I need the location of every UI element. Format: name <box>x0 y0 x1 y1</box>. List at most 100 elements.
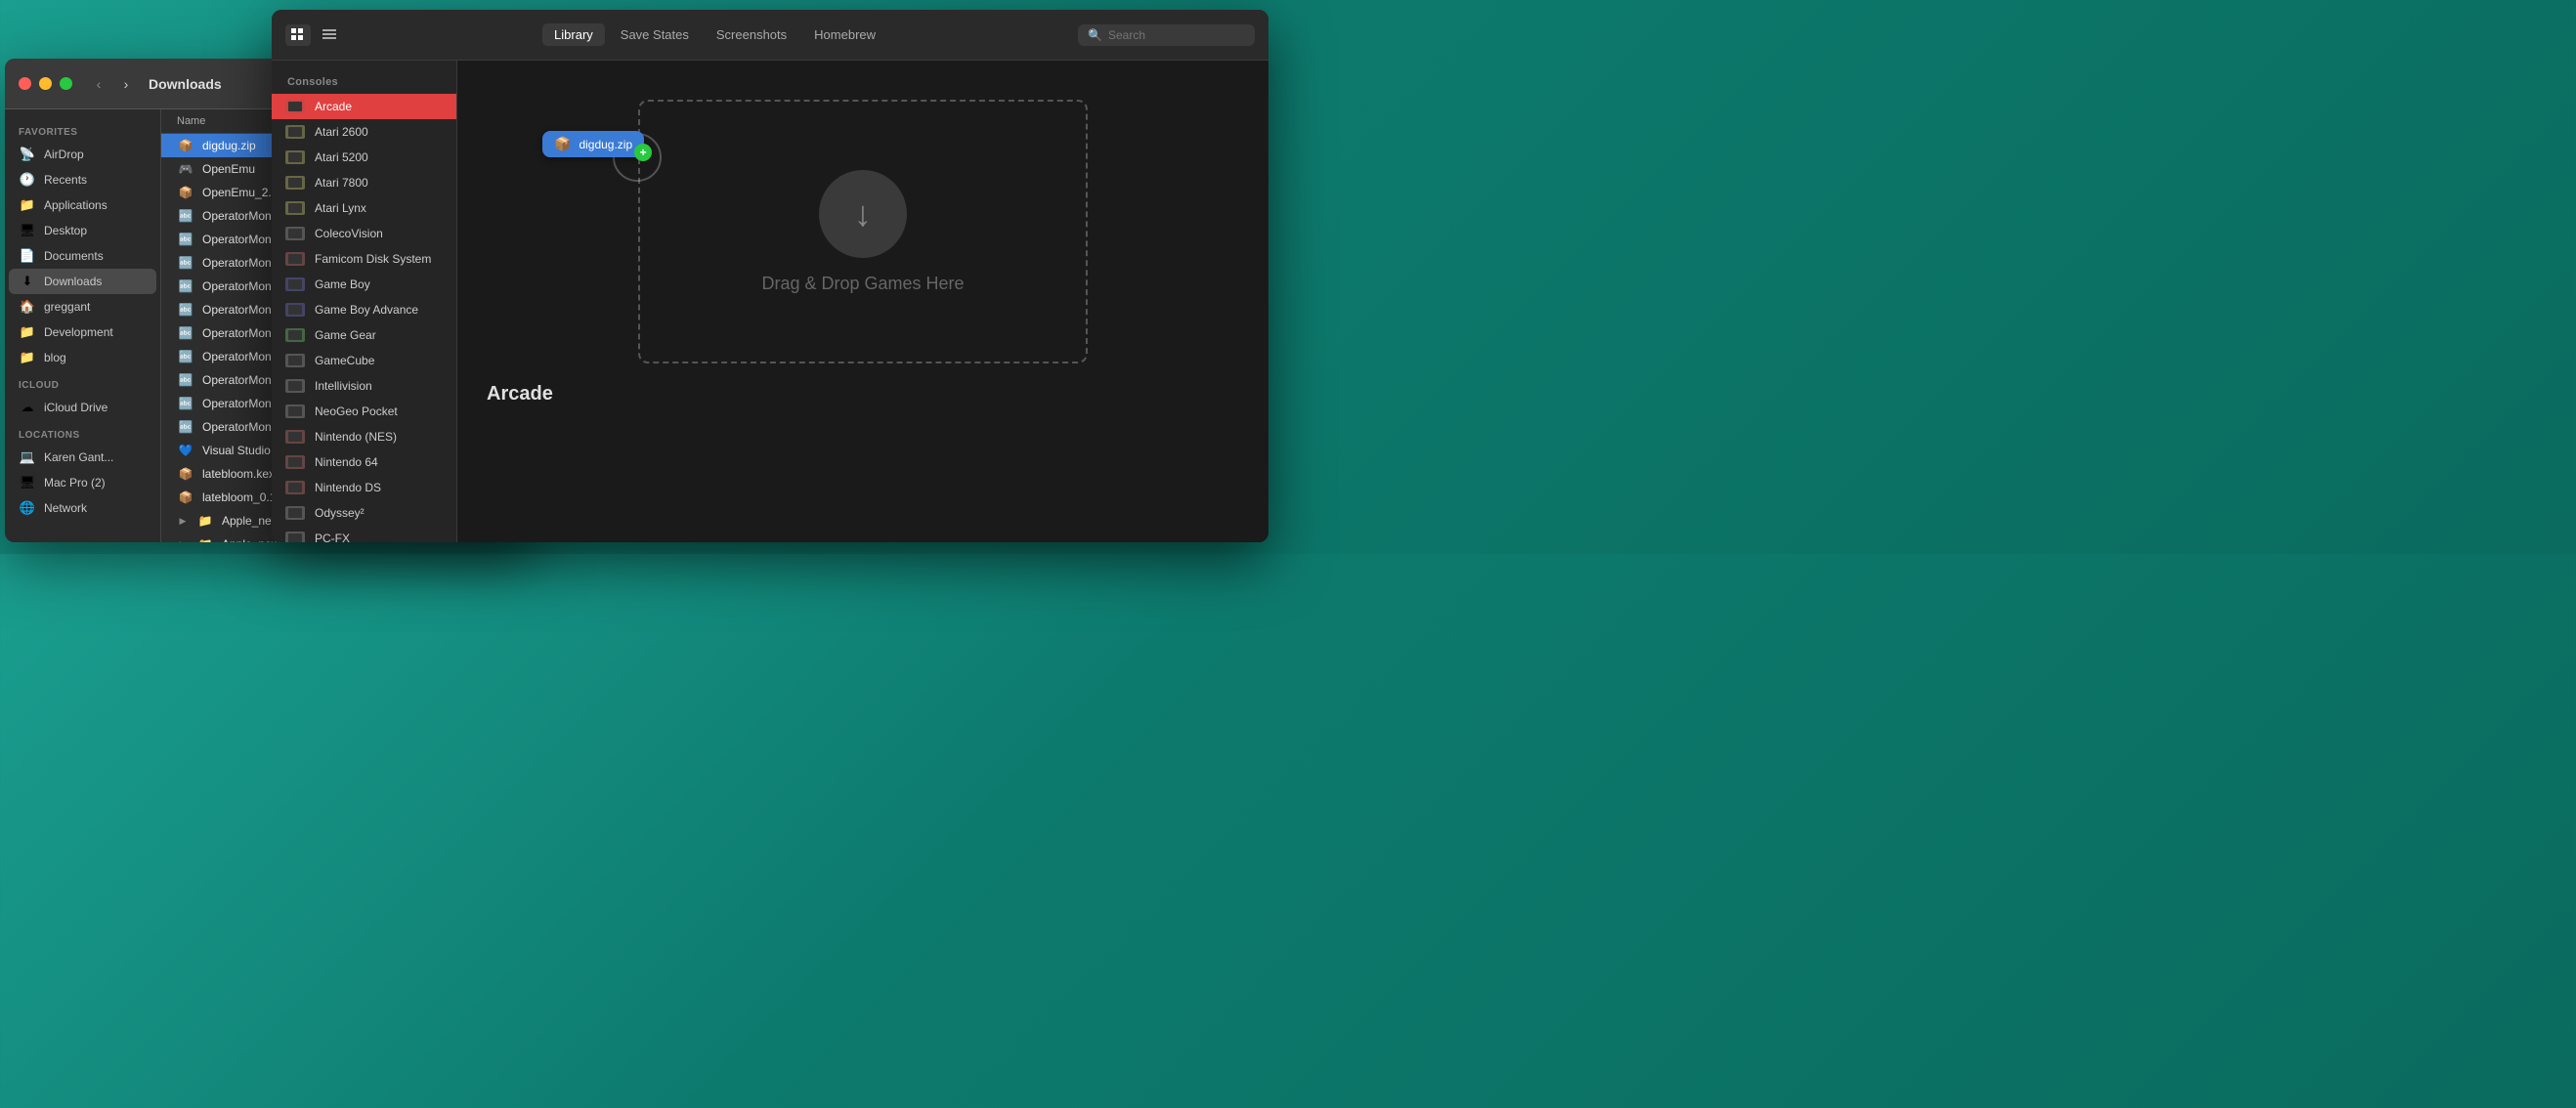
gameboy-icon <box>285 277 305 291</box>
nds-icon <box>285 481 305 494</box>
downloads-icon: ⬇ <box>19 273 36 290</box>
expand-icon-silver: ▶ <box>177 538 189 542</box>
file-icon-font6: 🔤 <box>177 324 194 342</box>
nes-icon <box>285 430 305 444</box>
file-icon-font10: 🔤 <box>177 418 194 436</box>
search-input[interactable] <box>1108 28 1245 42</box>
console-item-odyssey2[interactable]: Odyssey² <box>272 500 456 526</box>
console-name-gamecube: GameCube <box>315 354 374 367</box>
console-name-atari5200: Atari 5200 <box>315 150 368 164</box>
sidebar-item-icloud-drive[interactable]: ☁ iCloud Drive <box>9 395 156 420</box>
file-icon-silver: 📁 <box>196 535 214 542</box>
console-item-pcfx[interactable]: PC-FX <box>272 526 456 542</box>
console-item-n64[interactable]: Nintendo 64 <box>272 449 456 475</box>
finder-close-button[interactable] <box>19 77 31 90</box>
console-name-famicondisk: Famicom Disk System <box>315 252 431 266</box>
odyssey-icon <box>285 506 305 520</box>
drag-file-badge: 📦 digdug.zip + <box>542 131 644 157</box>
finder-forward-button[interactable]: › <box>115 73 137 95</box>
sidebar-item-documents[interactable]: 📄 Documents <box>9 243 156 269</box>
console-item-game-boy[interactable]: Game Boy <box>272 272 456 297</box>
console-name-gamegear: Game Gear <box>315 328 376 342</box>
sidebar-section-favorites: Favorites <box>5 117 160 142</box>
atarilynx-icon <box>285 201 305 215</box>
console-name-odyssey2: Odyssey² <box>315 506 365 520</box>
atari5200-icon <box>285 150 305 164</box>
sidebar-label-macpro: Mac Pro (2) <box>44 476 106 490</box>
sidebar-item-development[interactable]: 📁 Development <box>9 320 156 345</box>
sidebar-label-karen: Karen Gant... <box>44 450 113 464</box>
applications-icon: 📁 <box>19 196 36 214</box>
console-item-atari-lynx[interactable]: Atari Lynx <box>272 195 456 221</box>
emu-tab-save-states[interactable]: Save States <box>609 23 701 46</box>
emu-tab-homebrew[interactable]: Homebrew <box>802 23 887 46</box>
file-name-digdug: digdug.zip <box>202 139 256 152</box>
console-item-famicom-disk[interactable]: Famicom Disk System <box>272 246 456 272</box>
console-sidebar: Consoles Arcade Atari 2600 Atari 5200 At… <box>272 61 457 542</box>
finder-maximize-button[interactable] <box>60 77 72 90</box>
emu-tab-screenshots[interactable]: Screenshots <box>705 23 798 46</box>
file-name-openemu: OpenEmu <box>202 162 255 176</box>
console-item-atari-7800[interactable]: Atari 7800 <box>272 170 456 195</box>
drop-arrow-icon: ↓ <box>854 193 872 234</box>
sidebar-item-applications[interactable]: 📁 Applications <box>9 192 156 218</box>
sidebar-item-desktop[interactable]: 🖥 Desktop <box>9 218 156 243</box>
karen-icon: 💻 <box>19 448 36 466</box>
drop-arrow-circle: ↓ <box>819 170 907 258</box>
sidebar-item-greggant[interactable]: 🏠 greggant <box>9 294 156 320</box>
file-icon-latebloom-kext: 📦 <box>177 465 194 483</box>
file-icon-font2: 🔤 <box>177 231 194 248</box>
console-name-atarilynx: Atari Lynx <box>315 201 366 215</box>
console-item-colecovision[interactable]: ColecoVision <box>272 221 456 246</box>
finder-window-buttons <box>19 77 72 90</box>
sidebar-label-icloud: iCloud Drive <box>44 401 107 414</box>
sidebar-item-airdrop[interactable]: 📡 AirDrop <box>9 142 156 167</box>
sidebar-item-karen-gant[interactable]: 💻 Karen Gant... <box>9 445 156 470</box>
drop-zone[interactable]: 📦 digdug.zip + ↓ Drag & Drop Games Here <box>638 100 1088 363</box>
sidebar-item-blog[interactable]: 📁 blog <box>9 345 156 370</box>
emu-titlebar: Library Save States Screenshots Homebrew… <box>272 10 1268 61</box>
emu-section-title: Arcade <box>487 383 553 405</box>
console-item-game-gear[interactable]: Game Gear <box>272 322 456 348</box>
file-name-latebloom-kext: latebloom.kext <box>202 467 278 481</box>
drag-file-name: digdug.zip <box>579 138 632 151</box>
atari7800-icon <box>285 176 305 190</box>
gba-icon <box>285 303 305 317</box>
recents-icon: 🕐 <box>19 171 36 189</box>
console-item-neogeo[interactable]: NeoGeo Pocket <box>272 399 456 424</box>
console-item-atari-5200[interactable]: Atari 5200 <box>272 145 456 170</box>
documents-icon: 📄 <box>19 247 36 265</box>
sidebar-item-network[interactable]: 🌐 Network <box>9 495 156 521</box>
sidebar-section-icloud: iCloud <box>5 370 160 395</box>
console-item-gamecube[interactable]: GameCube <box>272 348 456 373</box>
filelist-column-name: Name <box>177 115 205 127</box>
sidebar-item-downloads[interactable]: ⬇ Downloads <box>9 269 156 294</box>
emu-search-bar[interactable]: 🔍 <box>1078 24 1255 46</box>
atari2600-icon <box>285 125 305 139</box>
console-name-coleco: ColecoVision <box>315 227 383 240</box>
finder-back-button[interactable]: ‹ <box>88 73 109 95</box>
sidebar-label-documents: Documents <box>44 249 104 263</box>
finder-sidebar: Favorites 📡 AirDrop 🕐 Recents 📁 Applicat… <box>5 109 161 542</box>
console-item-nds[interactable]: Nintendo DS <box>272 475 456 500</box>
console-name-nds: Nintendo DS <box>315 481 381 494</box>
famicondisk-icon <box>285 252 305 266</box>
development-icon: 📁 <box>19 323 36 341</box>
console-name-atari2600: Atari 2600 <box>315 125 368 139</box>
sidebar-item-mac-pro[interactable]: 🖥 Mac Pro (2) <box>9 470 156 495</box>
console-item-game-boy-advance[interactable]: Game Boy Advance <box>272 297 456 322</box>
search-icon: 🔍 <box>1088 28 1102 42</box>
console-item-nes[interactable]: Nintendo (NES) <box>272 424 456 449</box>
console-item-intellivision[interactable]: Intellivision <box>272 373 456 399</box>
console-item-atari-2600[interactable]: Atari 2600 <box>272 119 456 145</box>
sidebar-label-development: Development <box>44 325 113 339</box>
emu-tab-library[interactable]: Library <box>542 23 605 46</box>
airdrop-icon: 📡 <box>19 146 36 163</box>
finder-minimize-button[interactable] <box>39 77 52 90</box>
sidebar-item-recents[interactable]: 🕐 Recents <box>9 167 156 192</box>
emu-grid-view-button[interactable] <box>285 24 311 46</box>
console-item-arcade[interactable]: Arcade <box>272 94 456 119</box>
sidebar-label-recents: Recents <box>44 173 87 187</box>
emu-list-view-button[interactable] <box>317 24 342 46</box>
grid-icon <box>291 28 305 42</box>
